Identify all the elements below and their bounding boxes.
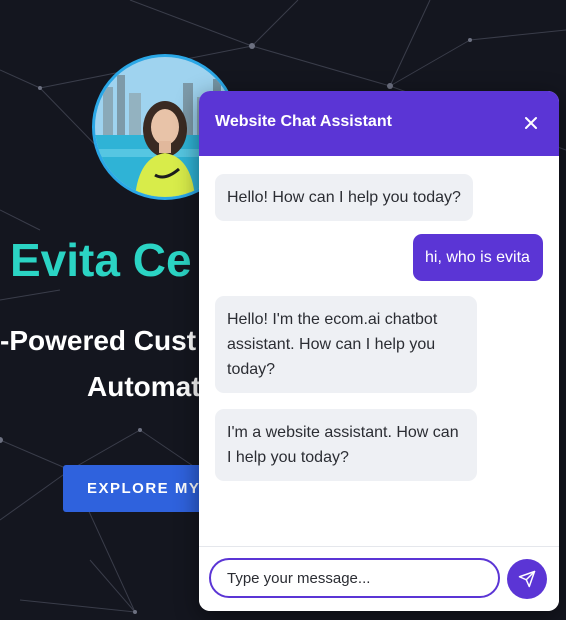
bot-message: Hello! How can I help you today? [215, 174, 473, 221]
close-icon [525, 117, 537, 129]
bot-message: I'm a website assistant. How can I help … [215, 409, 477, 481]
hero-name: Evita Ce [10, 234, 192, 286]
chat-widget: Website Chat Assistant Hello! How can I … [199, 91, 559, 611]
chat-header: Website Chat Assistant [199, 91, 559, 156]
send-button[interactable] [507, 559, 547, 599]
chat-close-button[interactable] [519, 111, 543, 135]
bot-message: Hello! I'm the ecom.ai chatbot assistant… [215, 296, 477, 393]
send-icon [518, 570, 536, 588]
user-message: hi, who is evita [413, 234, 543, 281]
chat-messages: Hello! How can I help you today? hi, who… [199, 156, 559, 546]
chat-title: Website Chat Assistant [215, 113, 392, 130]
chat-input-bar [199, 546, 559, 611]
hero-tagline: -Powered Cust [0, 325, 197, 356]
message-input[interactable] [209, 558, 500, 598]
hero-tagline-line2: Automat [87, 371, 201, 402]
